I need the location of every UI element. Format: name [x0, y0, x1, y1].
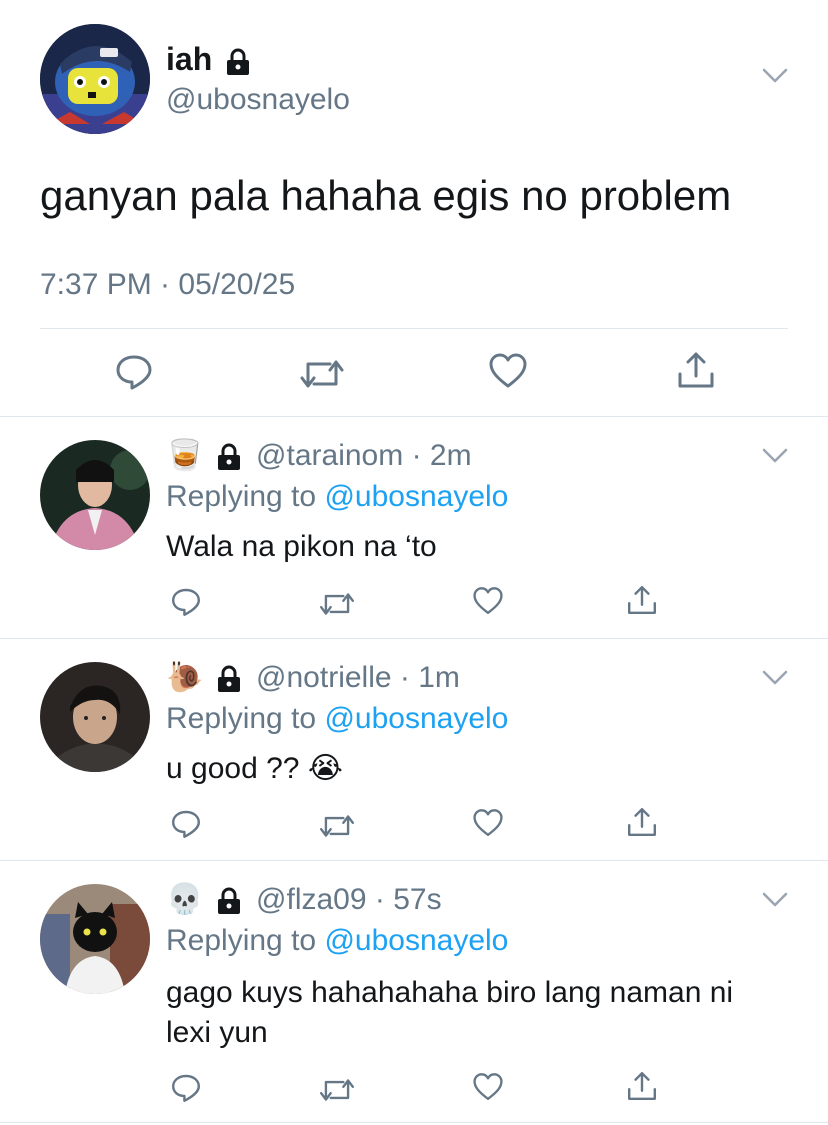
reply-text: u good ??: [166, 752, 300, 785]
share-icon[interactable]: [626, 806, 658, 838]
share-icon[interactable]: [676, 350, 716, 390]
retweet-icon[interactable]: [318, 1074, 356, 1106]
retweet-icon[interactable]: [318, 588, 356, 620]
replying-to-link[interactable]: @ubosnayelo: [324, 702, 508, 735]
replying-to-link[interactable]: @ubosnayelo: [324, 924, 508, 957]
tweet-text: ganyan pala hahaha egis no problem: [40, 172, 732, 219]
replying-to-label: Replying to: [166, 702, 317, 735]
share-icon[interactable]: [626, 584, 658, 616]
separator-dot: ·: [411, 439, 430, 472]
lock-icon: [216, 443, 242, 471]
lock-icon: [216, 887, 242, 915]
reply-emoji: 💀: [166, 883, 204, 916]
heart-icon[interactable]: [472, 1072, 504, 1102]
reply-icon[interactable]: [170, 586, 202, 618]
reply-handle[interactable]: @tarainom: [256, 439, 403, 472]
retweet-icon[interactable]: [318, 810, 356, 842]
reply-time: 2m: [429, 439, 472, 472]
timestamp-divider: [40, 328, 788, 329]
replying-to-link[interactable]: @ubosnayelo: [324, 480, 508, 513]
chevron-down-icon[interactable]: [762, 670, 788, 686]
replying-to-label: Replying to: [166, 480, 317, 513]
reply-icon[interactable]: [114, 352, 154, 392]
reply-handle[interactable]: @notrielle: [256, 661, 392, 694]
reply-avatar[interactable]: [40, 884, 150, 994]
lock-icon: [216, 665, 242, 693]
separator-dot: ·: [374, 883, 394, 916]
reply-time: 1m: [418, 661, 460, 694]
divider: [0, 416, 828, 417]
heart-icon[interactable]: [488, 352, 528, 390]
separator-dot: ·: [399, 661, 419, 694]
reply-emoji: 🥃: [166, 439, 204, 472]
divider: [0, 860, 828, 861]
retweet-icon[interactable]: [298, 354, 346, 394]
reply-icon[interactable]: [170, 1072, 202, 1104]
divider: [0, 638, 828, 639]
reply-avatar[interactable]: [40, 662, 150, 772]
author-handle[interactable]: @ubosnayelo: [166, 82, 350, 118]
reply-time: 57s: [393, 883, 442, 916]
chevron-down-icon[interactable]: [762, 892, 788, 908]
crying-emoji: 😭: [307, 752, 343, 785]
tweet-timestamp: 7:37 PM · 05/20/25: [40, 268, 296, 301]
main-avatar[interactable]: [40, 24, 150, 134]
reply-handle[interactable]: @flza09: [256, 883, 367, 916]
divider: [0, 1122, 828, 1123]
author-name[interactable]: iah: [166, 41, 212, 77]
reply-emoji: 🐌: [166, 661, 204, 694]
heart-icon[interactable]: [472, 808, 504, 838]
reply-avatar[interactable]: [40, 440, 150, 550]
chevron-down-icon[interactable]: [762, 448, 788, 464]
reply-text-line-2: lexi yun: [166, 1016, 268, 1049]
lock-icon: [225, 48, 251, 76]
heart-icon[interactable]: [472, 586, 504, 616]
reply-icon[interactable]: [170, 808, 202, 840]
reply-text-line-1: gago kuys hahahahaha biro lang naman ni: [166, 976, 734, 1009]
replying-to-label: Replying to: [166, 924, 317, 957]
reply-text: Wala na pikon na ‘to: [166, 530, 437, 563]
chevron-down-icon[interactable]: [762, 68, 788, 84]
share-icon[interactable]: [626, 1070, 658, 1102]
